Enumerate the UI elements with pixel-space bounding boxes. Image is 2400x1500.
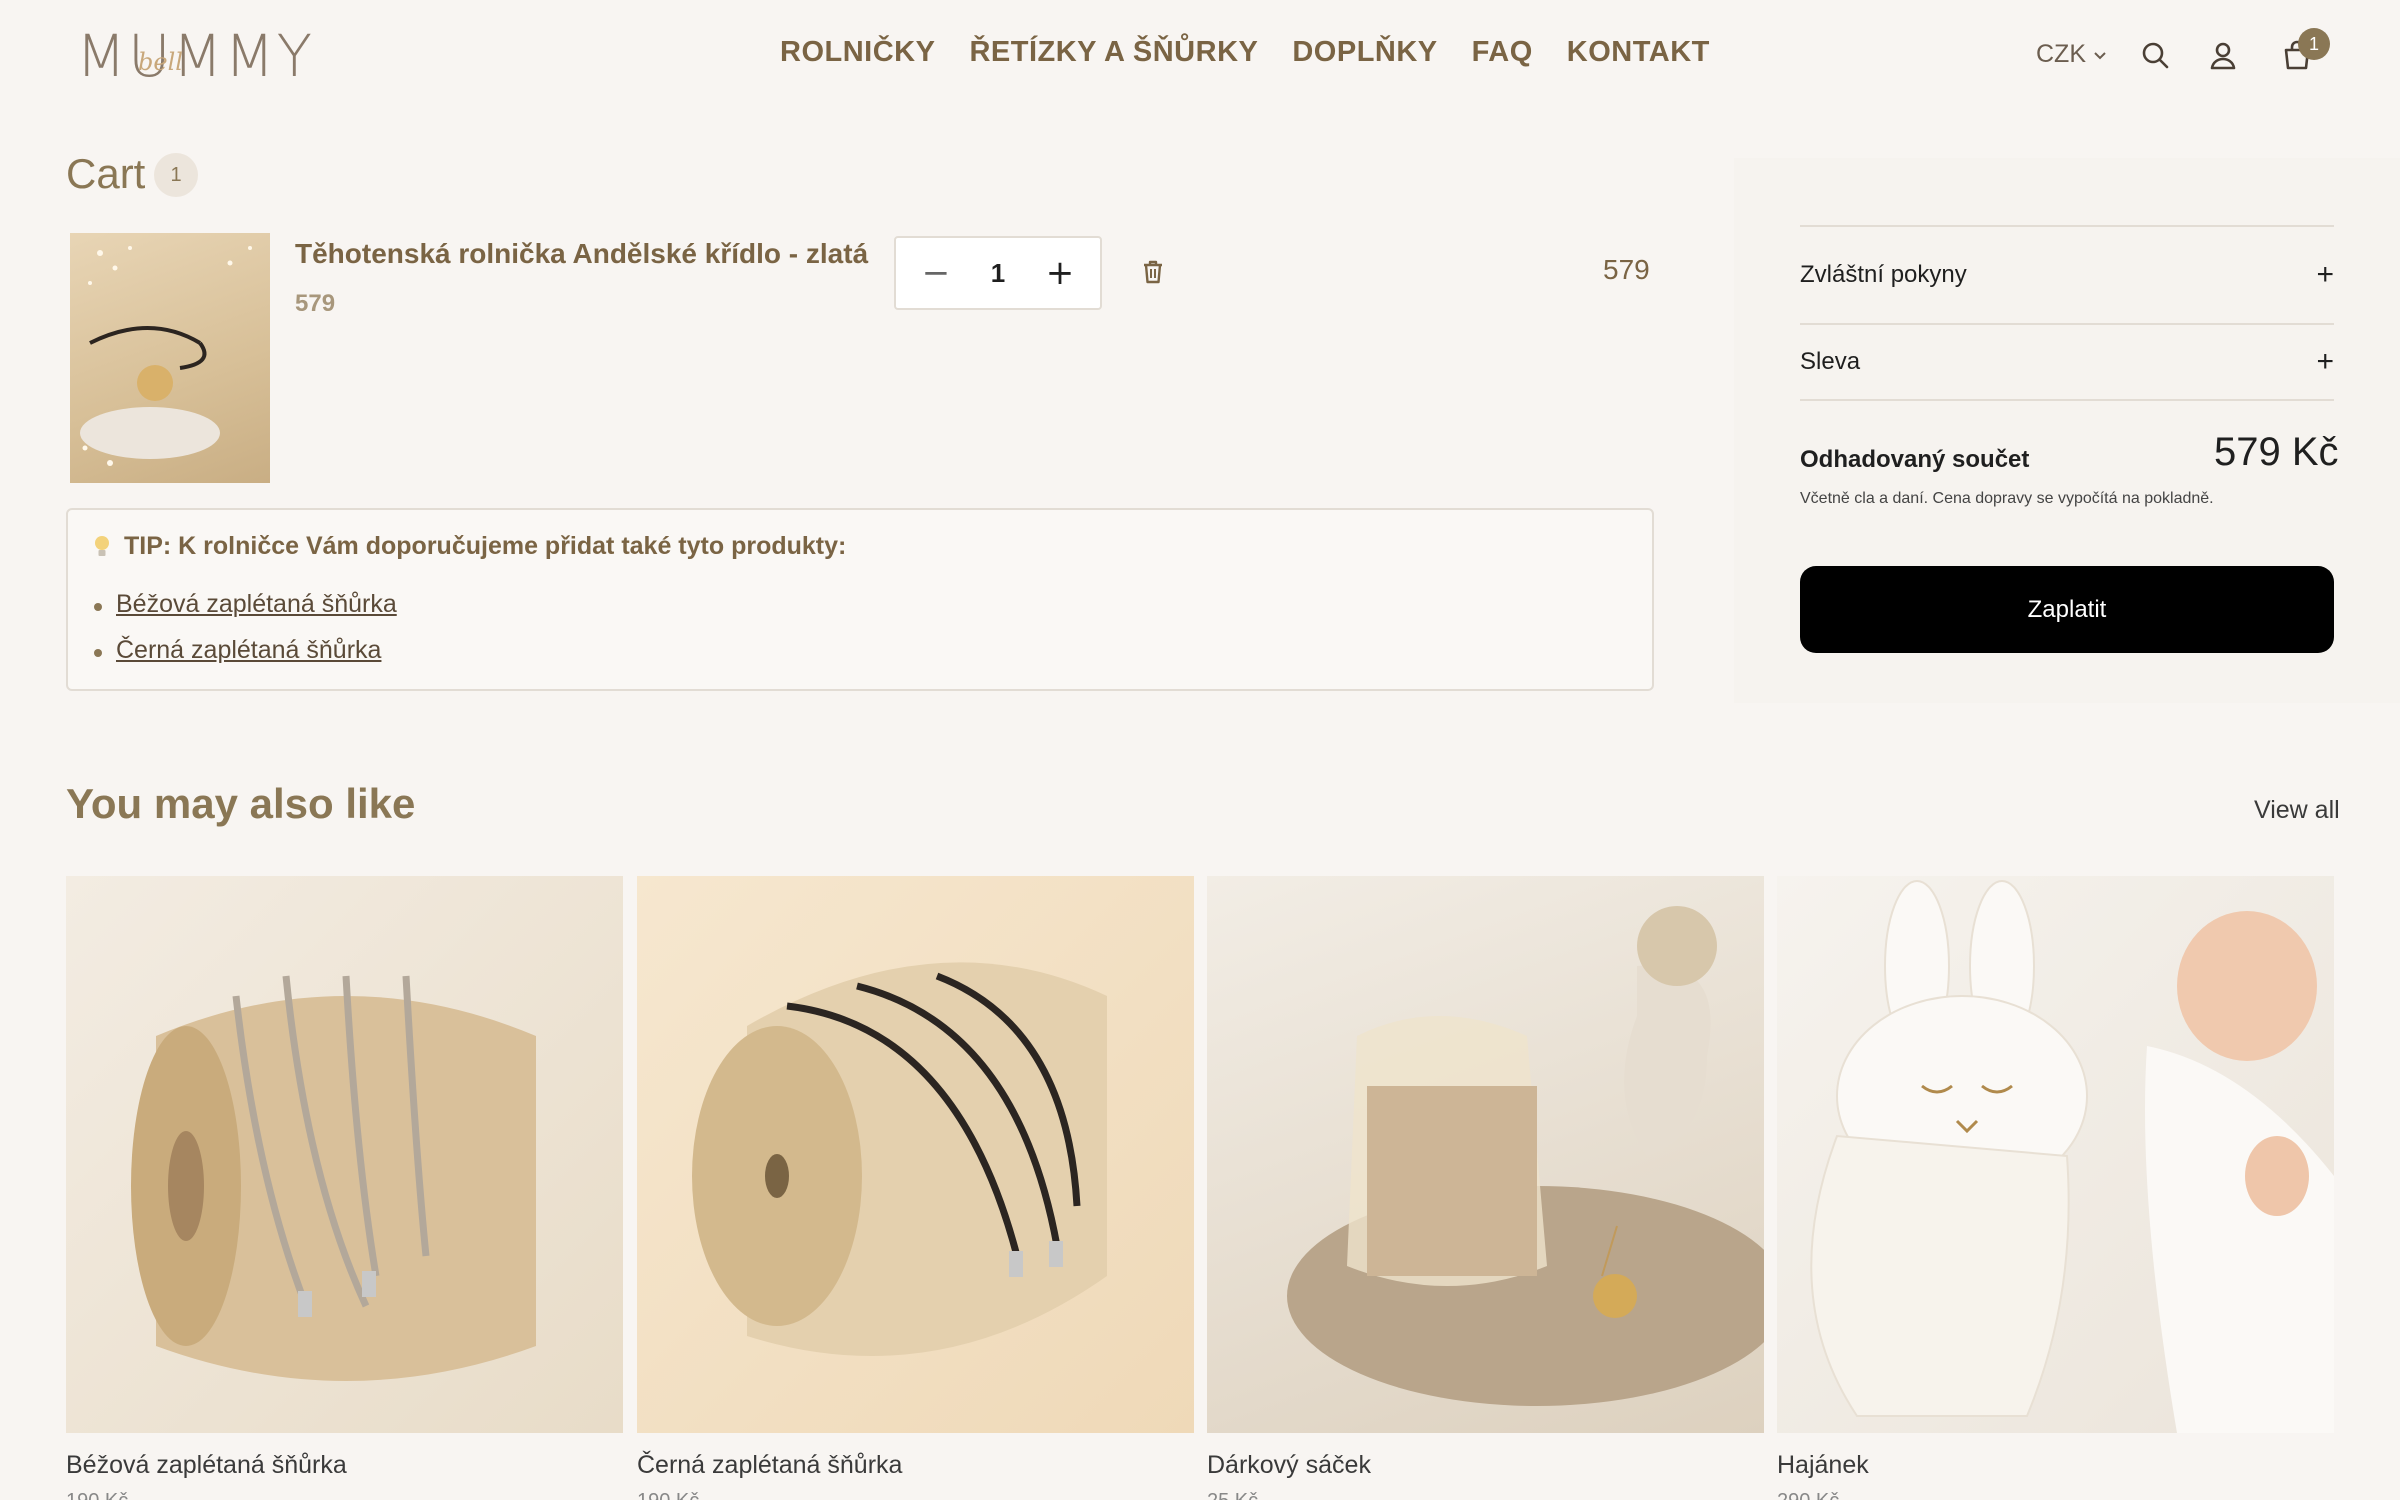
plus-icon: +: [2316, 258, 2334, 291]
cart-item-price: 579: [295, 290, 336, 317]
site-header: MUMMY bell ROLNIČKY ŘETÍZKY A ŠŇŮRKY DOP…: [0, 0, 2400, 110]
product-name[interactable]: Hajánek: [1777, 1451, 2334, 1480]
product-card[interactable]: Černá zaplétaná šňůrka 190 Kč: [637, 876, 1194, 1500]
currency-label: CZK: [2036, 40, 2086, 68]
special-instructions-label: Zvláštní pokyny: [1800, 261, 1967, 288]
cart-item-name[interactable]: Těhotenská rolnička Andělské křídlo - zl…: [295, 238, 868, 270]
main-nav: ROLNIČKY ŘETÍZKY A ŠŇŮRKY DOPLŇKY FAQ KO…: [780, 36, 1710, 69]
discount-label: Sleva: [1800, 348, 1861, 375]
recommendations-title: You may also like: [66, 780, 416, 827]
list-item: Béžová zaplétaná šňůrka: [94, 590, 397, 619]
product-name[interactable]: Dárkový sáček: [1207, 1451, 1764, 1480]
product-card[interactable]: Hajánek 290 Kč: [1777, 876, 2334, 1500]
chevron-down-icon: [2094, 51, 2106, 59]
product-card[interactable]: Dárkový sáček 25 Kč: [1207, 876, 1764, 1500]
product-price: 190 Kč: [637, 1490, 1194, 1500]
account-icon[interactable]: [2206, 38, 2240, 72]
cart-item-count: 1: [154, 153, 198, 197]
logo-text: MUMMY: [76, 22, 315, 90]
product-photo: [80, 246, 252, 466]
tax-shipping-note: Včetně cla a daní. Cena dopravy se vypoč…: [1800, 490, 2214, 507]
list-item: Černá zaplétaná šňůrka: [94, 636, 397, 665]
search-icon[interactable]: [2138, 38, 2172, 72]
plus-icon: +: [2316, 345, 2334, 378]
estimated-total-value: 579 Kč: [2214, 430, 2339, 474]
tip-heading-text: TIP: K rolničce Vám doporučujeme přidat …: [124, 532, 847, 560]
tip-heading: TIP: K rolničce Vám doporučujeme přidat …: [92, 532, 846, 561]
tip-link-cerna[interactable]: Černá zaplétaná šňůrka: [116, 636, 381, 664]
nav-item-rolnicky[interactable]: ROLNIČKY: [780, 36, 935, 69]
decrease-quantity-button[interactable]: −: [916, 253, 956, 293]
logo-script: bell: [138, 48, 183, 76]
tip-link-bezova[interactable]: Béžová zaplétaná šňůrka: [116, 590, 397, 618]
checkout-button[interactable]: Zaplatit: [1800, 566, 2334, 653]
quantity-input[interactable]: 1: [991, 258, 1005, 289]
product-name[interactable]: Černá zaplétaná šňůrka: [637, 1451, 1194, 1480]
special-instructions-accordion[interactable]: Zvláštní pokyny +: [1800, 225, 2334, 323]
cart-count-badge: 1: [2298, 28, 2330, 60]
cart-item-image[interactable]: [70, 233, 270, 483]
nav-item-kontakt[interactable]: KONTAKT: [1567, 36, 1710, 69]
product-price: 25 Kč: [1207, 1490, 1764, 1500]
product-image[interactable]: [637, 876, 1194, 1433]
currency-selector[interactable]: CZK: [2036, 40, 2108, 69]
nav-item-retizky[interactable]: ŘETÍZKY A ŠŇŮRKY: [969, 36, 1258, 69]
cart-item-line-total: 579: [1603, 254, 1650, 285]
lightbulb-icon: [95, 535, 109, 556]
product-name[interactable]: Béžová zaplétaná šňůrka: [66, 1451, 623, 1480]
quantity-stepper: − 1 +: [894, 236, 1102, 310]
tip-box: TIP: K rolničce Vám doporučujeme přidat …: [66, 508, 1654, 691]
cart-title: Cart: [66, 150, 146, 197]
product-price: 290 Kč: [1777, 1490, 2334, 1500]
nav-item-doplnky[interactable]: DOPLŇKY: [1292, 36, 1437, 69]
view-all-link[interactable]: View all: [2254, 796, 2340, 825]
product-image[interactable]: [1777, 876, 2334, 1433]
brand-logo[interactable]: MUMMY bell: [76, 27, 312, 85]
discount-accordion[interactable]: Sleva +: [1800, 323, 2334, 401]
estimated-total-label: Odhadovaný součet: [1800, 446, 2030, 473]
product-price: 190 Kč: [66, 1490, 623, 1500]
product-image[interactable]: [1207, 876, 1764, 1433]
tip-links: Béžová zaplétaná šňůrka Černá zaplétaná …: [94, 590, 397, 682]
nav-item-faq[interactable]: FAQ: [1472, 36, 1533, 69]
product-image[interactable]: [66, 876, 623, 1433]
product-card[interactable]: Béžová zaplétaná šňůrka 190 Kč: [66, 876, 623, 1500]
increase-quantity-button[interactable]: +: [1040, 253, 1080, 293]
trash-icon[interactable]: [1138, 257, 1168, 287]
